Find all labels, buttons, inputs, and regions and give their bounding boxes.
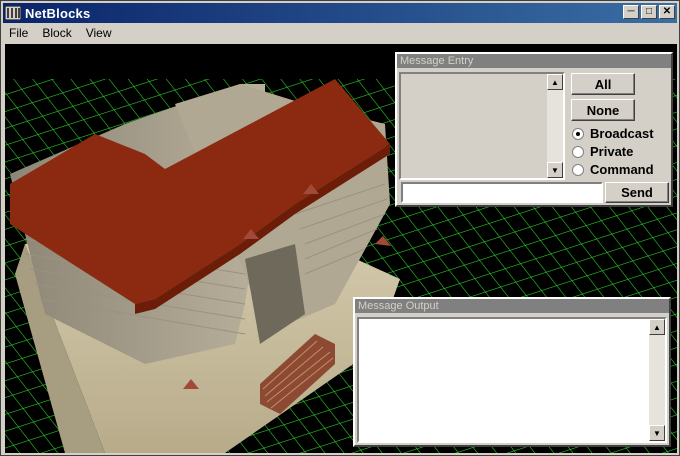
message-input[interactable] — [401, 182, 603, 203]
radio-private[interactable]: Private — [572, 144, 633, 159]
all-button[interactable]: All — [571, 73, 635, 95]
radio-broadcast-label: Broadcast — [590, 126, 654, 141]
app-icon — [5, 6, 21, 20]
message-output-title: Message Output — [355, 299, 669, 313]
minimize-button[interactable]: ─ — [623, 5, 639, 19]
recipient-scrollbar[interactable]: ▲ ▼ — [547, 74, 563, 178]
message-output-panel: Message Output ▲ ▼ — [353, 297, 671, 447]
menu-block[interactable]: Block — [36, 25, 79, 43]
output-scroll-up-button[interactable]: ▲ — [649, 319, 665, 335]
close-button[interactable]: ✕ — [659, 5, 675, 19]
app-window: NetBlocks ─ □ ✕ File Block View Message … — [0, 0, 680, 456]
message-entry-title: Message Entry — [397, 54, 671, 68]
scroll-down-button[interactable]: ▼ — [547, 162, 563, 178]
minimize-icon: ─ — [627, 6, 635, 17]
menu-file[interactable]: File — [3, 25, 36, 43]
radio-command-label: Command — [590, 162, 654, 177]
maximize-icon: □ — [645, 6, 653, 17]
message-output-log[interactable]: ▲ ▼ — [357, 317, 667, 443]
radio-command-indicator — [572, 163, 584, 176]
radio-command[interactable]: Command — [572, 162, 654, 177]
radio-private-indicator — [572, 145, 584, 158]
title-bar[interactable]: NetBlocks ─ □ ✕ — [3, 3, 677, 23]
recipient-list[interactable]: ▲ ▼ — [399, 72, 565, 180]
arrow-up-icon: ▲ — [551, 77, 559, 87]
close-icon: ✕ — [662, 6, 672, 17]
arrow-up-icon: ▲ — [653, 322, 661, 332]
menu-bar: File Block View — [3, 25, 677, 43]
radio-private-label: Private — [590, 144, 634, 159]
arrow-down-icon: ▼ — [551, 165, 559, 175]
none-button[interactable]: None — [571, 99, 635, 121]
output-scrollbar[interactable]: ▲ ▼ — [649, 319, 665, 441]
window-title: NetBlocks — [25, 5, 91, 21]
menu-view[interactable]: View — [80, 25, 120, 43]
output-scroll-down-button[interactable]: ▼ — [649, 425, 665, 441]
radio-broadcast[interactable]: Broadcast — [572, 126, 654, 141]
scroll-up-button[interactable]: ▲ — [547, 74, 563, 90]
radio-broadcast-indicator — [572, 127, 584, 140]
message-entry-panel: Message Entry ▲ ▼ All None Broadcast Pri… — [395, 52, 673, 207]
arrow-down-icon: ▼ — [653, 428, 661, 438]
send-button[interactable]: Send — [605, 182, 669, 203]
maximize-button[interactable]: □ — [641, 5, 657, 19]
